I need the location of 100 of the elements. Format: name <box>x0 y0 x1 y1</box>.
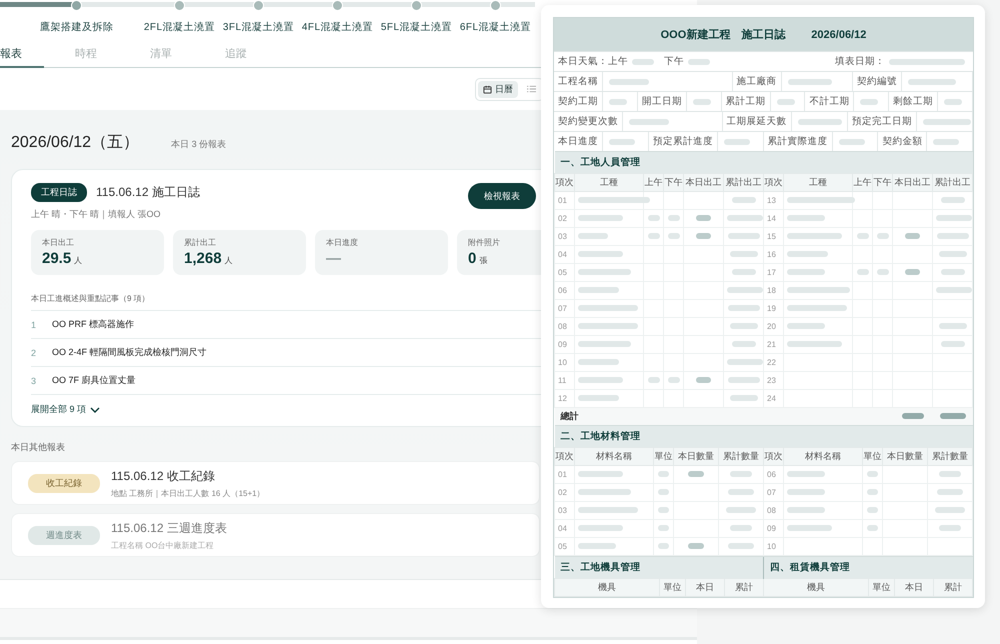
column-header: 工種 <box>574 174 644 192</box>
tab[interactable]: 報表 <box>0 40 44 68</box>
redacted-bar <box>609 98 627 104</box>
row-number: 04 <box>554 520 574 538</box>
report-title: 115.06.12 收工紀錄 <box>111 468 216 484</box>
stat-value: — <box>326 250 341 267</box>
column-header: 本日 <box>894 578 934 596</box>
step-label: 2FL混凝土澆置 <box>144 20 216 34</box>
field-label: 填表日期： <box>834 55 886 68</box>
field-label: 施工廠商 <box>732 72 782 91</box>
step-label: 5FL混凝土澆置 <box>380 20 452 34</box>
view-report-button[interactable]: 檢視報表 <box>468 183 536 209</box>
report-row[interactable]: 收工紀錄 115.06.12 收工紀錄 地點 工務所｜本日出工人數 16 人（15+1） <box>11 461 540 505</box>
redacted-bar <box>648 377 660 383</box>
column-header: 本日 <box>686 578 724 596</box>
redacted-bar <box>730 251 758 257</box>
row-number: 08 <box>554 318 574 336</box>
redacted-bar <box>787 215 825 221</box>
redacted-bar <box>578 251 623 257</box>
redacted-bar <box>856 269 868 275</box>
note-number: 3 <box>31 376 38 386</box>
redacted-bar <box>798 118 842 124</box>
redacted-bar <box>867 525 878 531</box>
redacted-bar <box>578 489 631 495</box>
redacted-bar <box>938 251 967 257</box>
redacted-bar <box>658 525 669 531</box>
column-header: 下午 <box>872 174 892 192</box>
row-number: 07 <box>764 484 784 502</box>
redacted-bar <box>787 525 832 531</box>
column-header: 單位 <box>862 448 882 466</box>
column-header: 累計出工 <box>724 174 764 192</box>
redacted-bar <box>578 377 623 383</box>
redacted-bar <box>648 233 660 239</box>
row-number: 09 <box>554 336 574 354</box>
redacted-bar <box>609 78 649 84</box>
note-text: OO 2-4F 輕隔間風板完成檢核門洞尺寸 <box>52 346 207 359</box>
row-number: 02 <box>554 484 574 502</box>
redacted-bar <box>658 489 669 495</box>
redacted-bar <box>578 471 623 477</box>
row-number: 06 <box>554 282 574 300</box>
redacted-bar <box>732 269 756 275</box>
redacted-bar <box>787 251 828 257</box>
column-header: 項次 <box>764 448 784 466</box>
column-header: 項次 <box>554 448 574 466</box>
column-header: 本日出工 <box>892 174 932 192</box>
column-header: 單位 <box>660 578 686 596</box>
report-title: 115.06.12 施工日誌 <box>96 184 200 201</box>
chevron-down-icon <box>90 406 100 412</box>
total-label: 總計 <box>554 408 892 425</box>
row-number: 06 <box>764 466 784 484</box>
report-title: 115.06.12 三週進度表 <box>111 520 227 536</box>
redacted-bar <box>578 507 638 513</box>
field-label: 預定完工日期 <box>848 112 917 131</box>
report-detail: 工程名稱 OO台中廠新建工程 <box>111 540 215 550</box>
form-title: OOO新建工程 施工日誌 <box>660 28 786 42</box>
redacted-bar <box>578 359 619 365</box>
redacted-bar <box>938 323 967 329</box>
field-label: 契約變更次數 <box>554 112 623 131</box>
note-text: OO 7F 廚具位置丈量 <box>52 374 136 387</box>
redacted-bar <box>940 197 965 203</box>
column-header: 單位 <box>868 578 894 596</box>
column-header: 項次 <box>764 174 784 192</box>
redacted-bar <box>658 507 669 513</box>
report-row[interactable]: 週進度表 115.06.12 三週進度表 工程名稱 OO台中廠新建工程 <box>11 513 540 557</box>
stat-unit: 張 <box>479 255 488 266</box>
redacted-bar <box>578 215 623 221</box>
column-header: 累計 <box>934 578 972 596</box>
other-reports-heading: 本日其他報表 <box>11 441 66 454</box>
redacted-bar <box>668 377 680 383</box>
row-number: 03 <box>554 228 574 246</box>
section-heading: 二、工地材料管理 <box>554 426 973 448</box>
redacted-bar <box>728 305 760 311</box>
redacted-bar <box>730 323 758 329</box>
form-date: 2026/06/12 <box>811 28 866 40</box>
redacted-bar <box>933 138 960 144</box>
row-number: 19 <box>764 300 784 318</box>
redacted-bar <box>937 489 964 495</box>
row-number: 11 <box>554 372 574 390</box>
section-heading: 四、租賃機具管理 <box>764 556 972 578</box>
field-label: 契約工期 <box>554 92 603 111</box>
row-number: 04 <box>554 246 574 264</box>
note-number: 2 <box>31 348 38 358</box>
field-label: 契約編號 <box>852 72 902 91</box>
redacted-bar <box>730 525 752 531</box>
field-label: 本日天氣：上午 <box>557 55 629 68</box>
redacted-bar <box>902 413 924 419</box>
redacted-bar <box>905 233 920 239</box>
step-label: 鷹架搭建及拆除 <box>40 20 114 34</box>
column-header: 工種 <box>784 174 852 192</box>
redacted-bar <box>787 269 825 275</box>
redacted-bar <box>724 138 750 144</box>
column-header: 項次 <box>554 174 574 192</box>
redacted-bar <box>940 269 965 275</box>
row-number: 03 <box>554 502 574 520</box>
expand-all-button[interactable]: 展開全部 9 項 <box>31 395 100 420</box>
view-option[interactable]: 日曆 <box>478 80 518 98</box>
redacted-bar <box>940 341 965 347</box>
redacted-bar <box>648 215 660 221</box>
redacted-bar <box>939 471 962 477</box>
field-label: 開工日期 <box>638 92 687 111</box>
